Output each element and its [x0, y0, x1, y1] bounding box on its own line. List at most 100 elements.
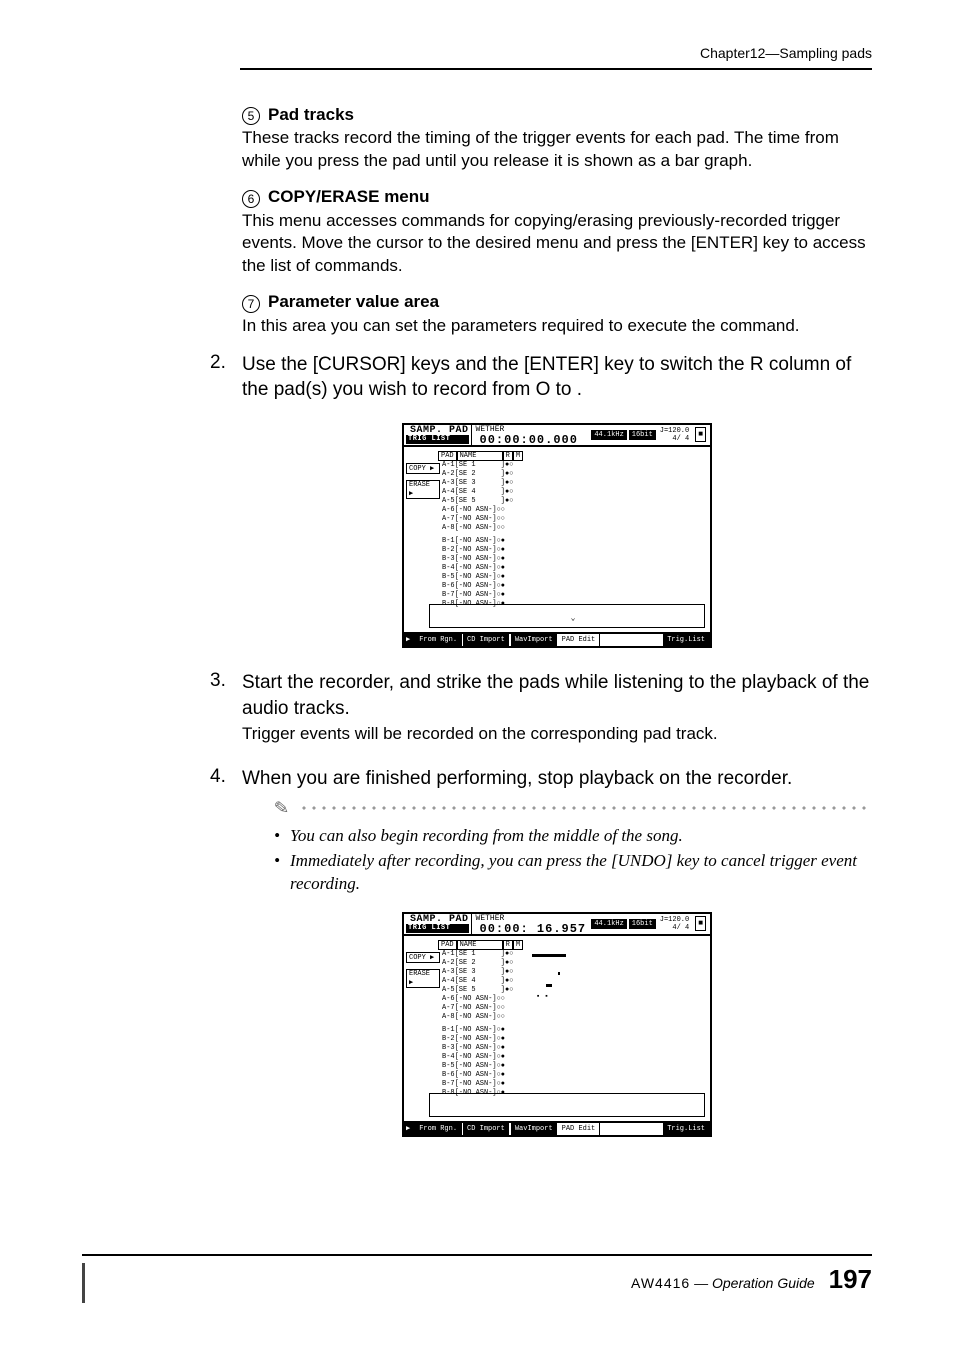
pad-row-b7-b: B-7[-NO ASN-]○●	[442, 1080, 708, 1089]
pad-row-b3-b: B-3[-NO ASN-]○●	[442, 1044, 708, 1053]
pad-row-b7: B-7[-NO ASN-]○●	[442, 591, 708, 600]
pad-row-b5: B-5[-NO ASN-]○●	[442, 573, 708, 582]
tab-pad-edit-b[interactable]: PAD Edit	[558, 1123, 601, 1135]
pad-row-b5-b: B-5[-NO ASN-]○●	[442, 1062, 708, 1071]
col-r: R	[503, 451, 513, 461]
tab-wav-import-b[interactable]: WavImport	[510, 1123, 558, 1135]
col-name: NAME	[457, 451, 503, 461]
recorded-trigger-bars: ▪ ▪	[532, 954, 566, 1001]
ss-sig-b: 4/ 4	[660, 924, 689, 932]
pad-row-a3: A-3[SE 3 ]●○	[442, 479, 708, 488]
pad-row-a7: A-7[-NO ASN-]○○	[442, 515, 708, 524]
pencil-icon: ✎	[273, 797, 290, 819]
screenshot-trig-list-before: SAMP. PAD TRIG LIST WETHER 00:00:00.000 …	[402, 423, 712, 648]
parameter-area	[429, 604, 705, 628]
ss-time-b: 00:00: 16.957	[480, 924, 587, 934]
play-icon-b: ▶	[404, 1123, 415, 1135]
step-sub-3: Trigger events will be recorded on the c…	[242, 723, 872, 746]
ss-main-title: SAMP. PAD	[406, 426, 469, 435]
step-number-3: 3.	[210, 670, 242, 746]
pad-row-b6-b: B-6[-NO ASN-]○●	[442, 1071, 708, 1080]
pad-row-b1: B-1[-NO ASN-]○●	[442, 537, 708, 546]
tab-cd-import-b[interactable]: CD Import	[462, 1123, 510, 1135]
pad-row-a1: A-1[SE 1 ]●○	[442, 461, 708, 470]
pad-row-b2-b: B-2[-NO ASN-]○●	[442, 1035, 708, 1044]
title-pad-tracks: Pad tracks	[268, 105, 354, 124]
ss-sub-title: TRIG LIST	[406, 435, 469, 444]
parameter-area-b	[429, 1093, 705, 1117]
tip-1: You can also begin recording from the mi…	[274, 825, 872, 848]
pad-row-a8: A-8[-NO ASN-]○○	[442, 524, 708, 533]
pad-row-b6: B-6[-NO ASN-]○●	[442, 582, 708, 591]
tab-from-rgn[interactable]: From Rgn.	[415, 634, 462, 646]
tab-cd-import[interactable]: CD Import	[462, 634, 510, 646]
pad-row-a4-b: A-4[SE 4 ]●○	[442, 977, 708, 986]
title-copy-erase: COPY/ERASE menu	[268, 187, 430, 206]
step-number-2: 2.	[210, 352, 242, 403]
footer: AW4416 — Operation Guide 197	[631, 1264, 872, 1295]
body-parameter-value: In this area you can set the parameters …	[242, 315, 872, 338]
stop-icon: ■	[695, 427, 706, 442]
step-text-3: Start the recorder, and strike the pads …	[242, 670, 872, 721]
col-name-b: NAME	[457, 940, 503, 950]
pad-row-b3: B-3[-NO ASN-]○●	[442, 555, 708, 564]
ss-tempo: J=120.0	[660, 427, 689, 435]
page-number: 197	[829, 1264, 872, 1294]
erase-button-b[interactable]: ERASE ▶	[406, 969, 440, 988]
step-text-2: Use the [CURSOR] keys and the [ENTER] ke…	[242, 352, 872, 403]
tab-trig-list-b[interactable]: Trig.List	[663, 1123, 710, 1135]
ss-main-title-b: SAMP. PAD	[406, 915, 469, 924]
pad-row-a6-b: A-6[-NO ASN-]○○	[442, 995, 708, 1004]
pad-row-b4: B-4[-NO ASN-]○●	[442, 564, 708, 573]
screenshot-trig-list-after: SAMP. PAD TRIG LIST WETHER 00:00: 16.957…	[402, 912, 712, 1137]
col-r-b: R	[503, 940, 513, 950]
marker-7: 7	[242, 295, 260, 313]
col-m-b: M	[513, 940, 523, 950]
marker-5: 5	[242, 107, 260, 125]
copy-button-b[interactable]: COPY ▶	[406, 952, 440, 963]
divider-dots	[299, 806, 872, 810]
step-number-4: 4.	[210, 766, 242, 792]
ss-sig: 4/ 4	[660, 435, 689, 443]
footer-vline	[82, 1263, 85, 1303]
marker-6: 6	[242, 190, 260, 208]
pad-row-b1-b: B-1[-NO ASN-]○●	[442, 1026, 708, 1035]
ss-samplerate-b: 44.1kHz	[591, 919, 626, 929]
ss-bitdepth-b: 16bit	[629, 919, 656, 929]
pad-row-a2-b: A-2[SE 2 ]●○	[442, 959, 708, 968]
title-parameter-value: Parameter value area	[268, 292, 439, 311]
pad-row-a7-b: A-7[-NO ASN-]○○	[442, 1004, 708, 1013]
model-name: AW4416	[631, 1275, 690, 1291]
body-copy-erase: This menu accesses commands for copying/…	[242, 210, 872, 279]
tab-from-rgn-b[interactable]: From Rgn.	[415, 1123, 462, 1135]
ss-sub-title-b: TRIG LIST	[406, 924, 469, 933]
pad-row-a4: A-4[SE 4 ]●○	[442, 488, 708, 497]
ss-samplerate: 44.1kHz	[591, 430, 626, 440]
col-m: M	[513, 451, 523, 461]
col-pad: PAD	[438, 451, 457, 461]
pad-row-a6: A-6[-NO ASN-]○○	[442, 506, 708, 515]
chapter-header: Chapter12—Sampling pads	[700, 45, 872, 61]
tab-pad-edit[interactable]: PAD Edit	[558, 634, 601, 646]
pad-row-a2: A-2[SE 2 ]●○	[442, 470, 708, 479]
guide-label: — Operation Guide	[690, 1275, 815, 1291]
col-pad-b: PAD	[438, 940, 457, 950]
body-pad-tracks: These tracks record the timing of the tr…	[242, 127, 872, 173]
tip-2: Immediately after recording, you can pre…	[274, 850, 872, 896]
stop-icon-b: ■	[695, 916, 706, 931]
ss-bitdepth: 16bit	[629, 430, 656, 440]
step-text-4: When you are finished performing, stop p…	[242, 766, 872, 792]
header-rule	[240, 68, 872, 70]
footer-rule	[82, 1254, 872, 1256]
erase-button[interactable]: ERASE ▶	[406, 480, 440, 499]
pad-row-a3-b: A-3[SE 3 ]●○	[442, 968, 708, 977]
pad-row-b4-b: B-4[-NO ASN-]○●	[442, 1053, 708, 1062]
pad-row-a8-b: A-8[-NO ASN-]○○	[442, 1013, 708, 1022]
pad-row-a5: A-5[SE 5 ]●○	[442, 497, 708, 506]
ss-time-a: 00:00:00.000	[480, 435, 578, 445]
copy-button[interactable]: COPY ▶	[406, 463, 440, 474]
tab-wav-import[interactable]: WavImport	[510, 634, 558, 646]
tab-trig-list[interactable]: Trig.List	[663, 634, 710, 646]
pad-row-a5-b: A-5[SE 5 ]●○	[442, 986, 708, 995]
ss-tempo-b: J=120.0	[660, 916, 689, 924]
